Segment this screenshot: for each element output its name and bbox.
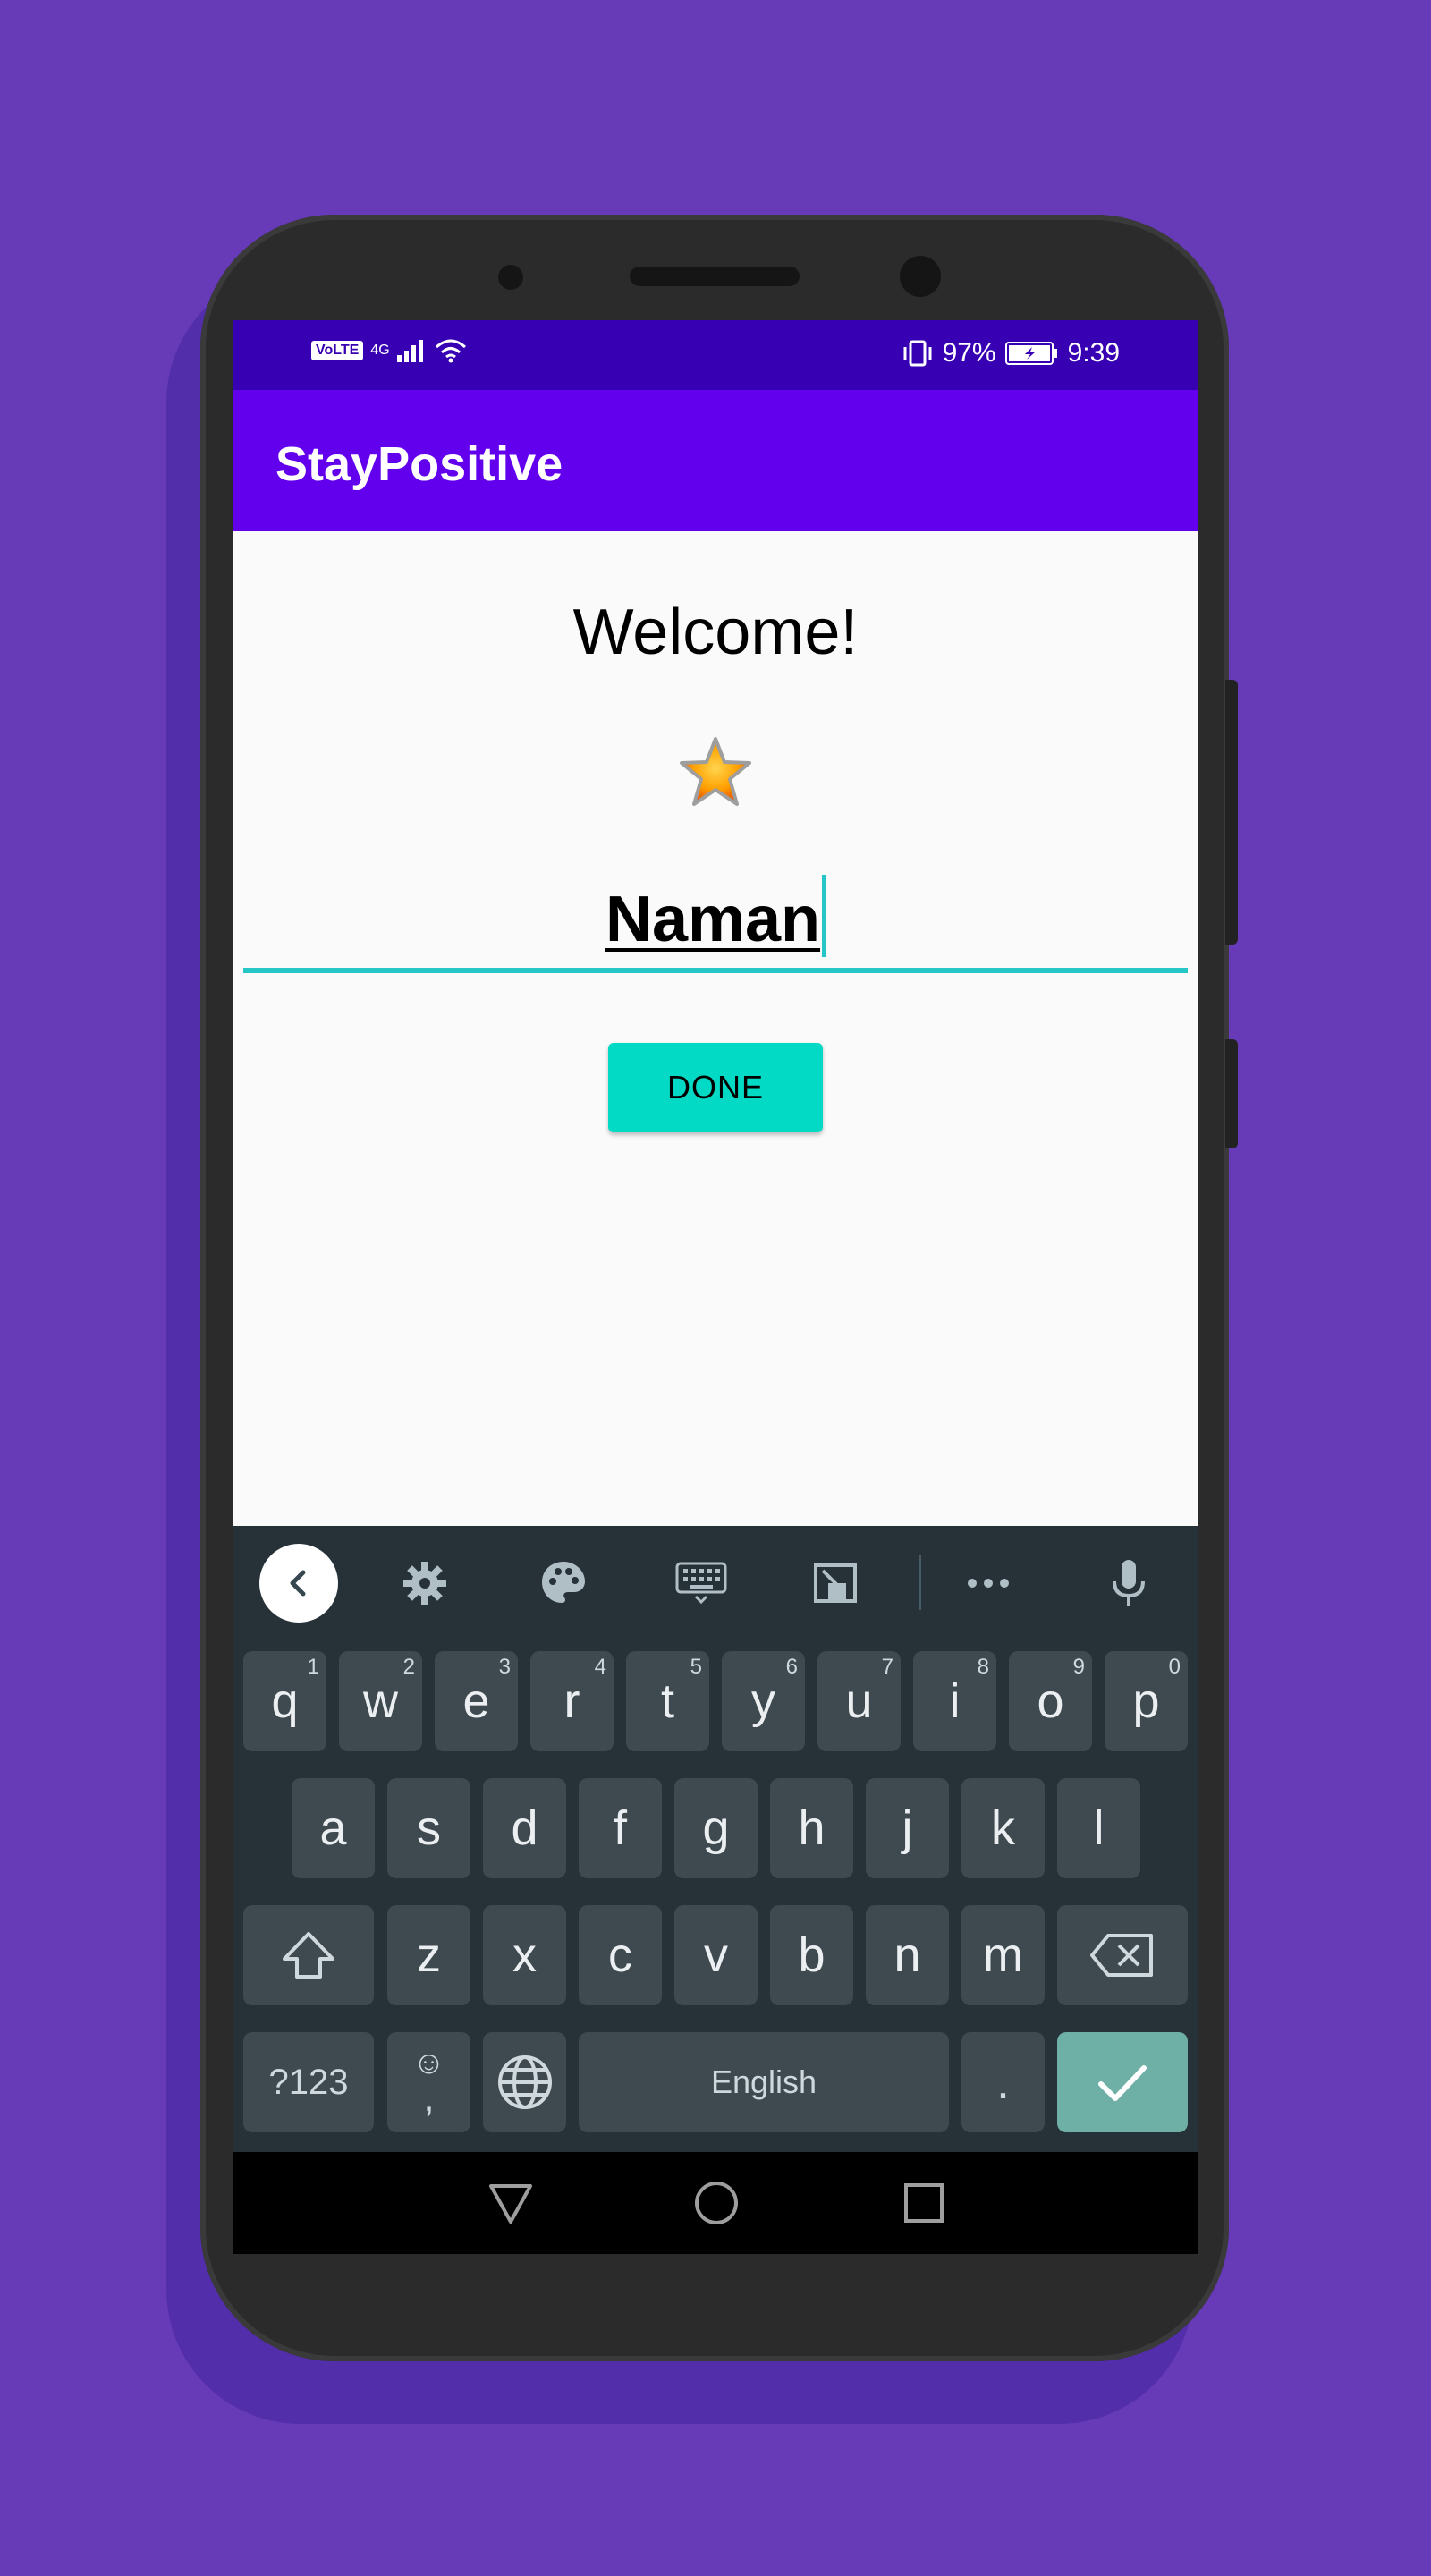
soft-keyboard: q1 w2 e3 r4 t5 y6 u7 i8 o9 p0 a s d f g … [233, 1526, 1198, 2152]
clock: 9:39 [1067, 338, 1120, 368]
key-l[interactable]: l [1057, 1778, 1140, 1878]
key-u[interactable]: u7 [817, 1651, 901, 1751]
keyboard-toolbar [233, 1526, 1198, 1639]
key-m[interactable]: m [961, 1905, 1045, 2005]
key-j[interactable]: j [866, 1778, 949, 1878]
emoji-comma-key[interactable]: ☺ , [387, 2032, 470, 2132]
key-t[interactable]: t5 [626, 1651, 709, 1751]
home-nav-icon[interactable] [692, 2179, 741, 2227]
key-d[interactable]: d [483, 1778, 566, 1878]
screen: VoLTE 4G 97% 9:39 StayPositive Welcome! … [233, 320, 1198, 2254]
language-key[interactable] [483, 2032, 566, 2132]
welcome-heading: Welcome! [572, 597, 859, 668]
name-input-value: Naman [605, 884, 821, 955]
toolbar-divider [919, 1555, 921, 1610]
space-key[interactable]: English [579, 2032, 949, 2132]
key-n[interactable]: n [866, 1905, 949, 2005]
checkmark-icon [1098, 2065, 1147, 2101]
emoji-icon: ☺ [412, 2044, 445, 2080]
app-title: StayPositive [275, 437, 563, 491]
enter-key[interactable] [1057, 2032, 1188, 2132]
period-key[interactable]: . [961, 2032, 1045, 2132]
battery-charging-icon [1004, 342, 1057, 365]
recents-nav-icon[interactable] [900, 2179, 948, 2227]
key-f[interactable]: f [579, 1778, 662, 1878]
volte-icon: VoLTE [311, 341, 364, 360]
key-o[interactable]: o9 [1009, 1651, 1092, 1751]
key-q[interactable]: q1 [243, 1651, 326, 1751]
key-s[interactable]: s [387, 1778, 470, 1878]
key-b[interactable]: b [770, 1905, 853, 2005]
key-v[interactable]: v [674, 1905, 758, 2005]
key-e[interactable]: e3 [435, 1651, 518, 1751]
globe-icon [497, 2055, 552, 2109]
key-x[interactable]: x [483, 1905, 566, 2005]
shift-icon [283, 1932, 334, 1979]
key-c[interactable]: c [579, 1905, 662, 2005]
text-cursor [822, 875, 826, 957]
star-icon [680, 737, 751, 806]
navigation-bar [233, 2152, 1198, 2254]
backspace-key[interactable] [1057, 1905, 1188, 2005]
power-button [1225, 1039, 1238, 1148]
shift-key[interactable] [243, 1905, 374, 2005]
key-g[interactable]: g [674, 1778, 758, 1878]
key-r[interactable]: r4 [530, 1651, 614, 1751]
network-type: 4G [370, 343, 390, 358]
signal-icon [396, 340, 423, 362]
back-nav-icon[interactable] [487, 2179, 535, 2227]
microphone-icon[interactable] [1093, 1547, 1164, 1619]
comma-label: , [423, 2076, 435, 2120]
symbols-key[interactable]: ?123 [243, 2032, 374, 2132]
key-p[interactable]: p0 [1105, 1651, 1188, 1751]
front-camera [900, 256, 941, 297]
more-icon[interactable] [953, 1547, 1024, 1619]
proximity-sensor [498, 265, 523, 290]
earpiece-speaker [630, 267, 800, 286]
key-h[interactable]: h [770, 1778, 853, 1878]
key-k[interactable]: k [961, 1778, 1045, 1878]
volume-button [1225, 680, 1238, 945]
battery-percent: 97% [942, 338, 996, 368]
status-bar: VoLTE 4G 97% 9:39 [233, 320, 1198, 390]
app-bar: StayPositive [233, 390, 1198, 531]
backspace-icon [1090, 1934, 1153, 1977]
status-left: VoLTE 4G [311, 338, 467, 363]
keyboard-icon[interactable] [665, 1547, 737, 1619]
one-handed-icon[interactable] [800, 1547, 871, 1619]
vibrate-icon [903, 340, 932, 367]
key-z[interactable]: z [387, 1905, 470, 2005]
key-w[interactable]: w2 [339, 1651, 422, 1751]
key-a[interactable]: a [292, 1778, 375, 1878]
key-y[interactable]: y6 [722, 1651, 805, 1751]
done-button[interactable]: DONE [608, 1043, 823, 1132]
palette-icon[interactable] [528, 1547, 599, 1619]
wifi-icon [435, 339, 466, 363]
name-input[interactable]: Naman [243, 875, 1188, 973]
back-chevron-icon[interactable] [259, 1544, 338, 1623]
status-right: 97% 9:39 [902, 338, 1120, 369]
settings-gear-icon[interactable] [389, 1547, 461, 1619]
key-i[interactable]: i8 [913, 1651, 996, 1751]
